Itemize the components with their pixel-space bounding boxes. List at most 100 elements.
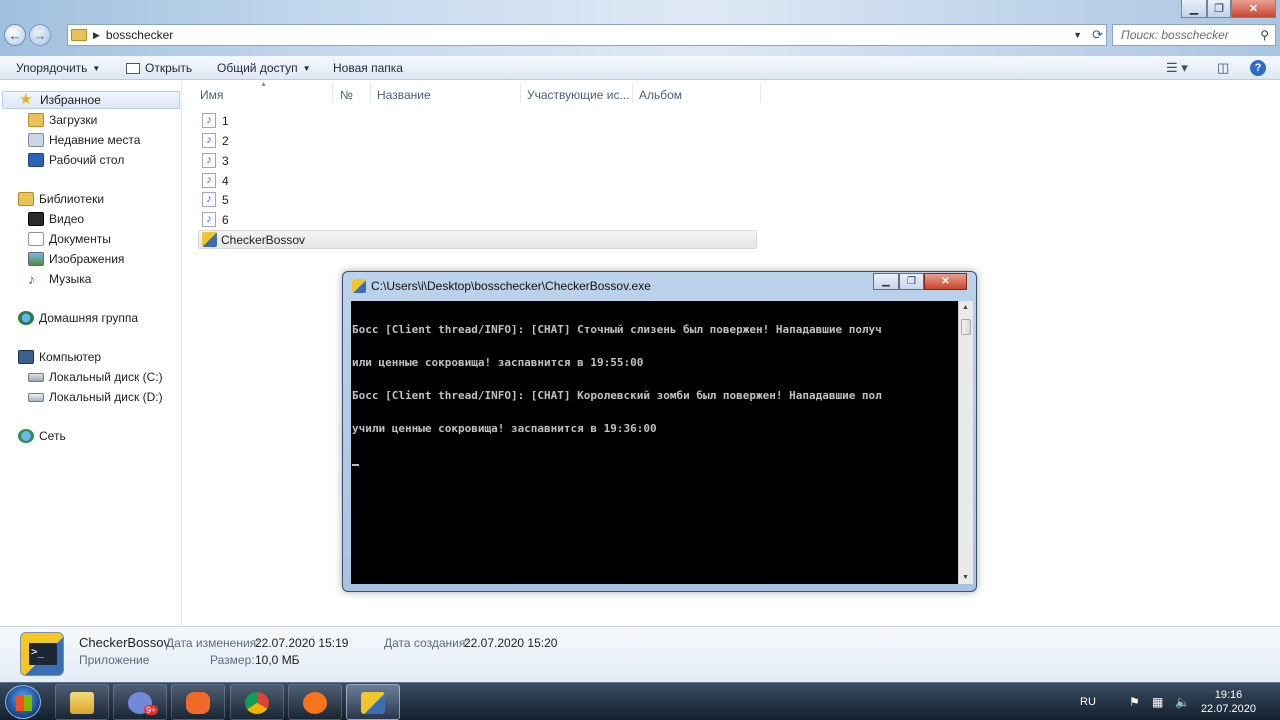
details-size-value: 10,0 МБ xyxy=(255,653,300,667)
file-row-selected[interactable]: CheckerBossov xyxy=(198,230,757,249)
address-bar[interactable]: ▶ bosschecker ▼ ⟳ xyxy=(67,24,1107,46)
chevron-down-icon[interactable]: ▼ xyxy=(1073,30,1082,40)
file-row[interactable]: ♪ 5 xyxy=(198,190,757,209)
nav-network[interactable]: Сеть xyxy=(18,427,66,445)
details-created-label: Дата создания: xyxy=(384,636,469,650)
share-button[interactable]: Общий доступ ▼ xyxy=(217,61,311,75)
file-row[interactable]: ♪ 1 xyxy=(198,111,757,130)
nav-favorites[interactable]: ★ Избранное xyxy=(2,91,180,109)
forward-button[interactable]: → xyxy=(29,24,51,46)
nav-music[interactable]: ♪ Музыка xyxy=(28,270,91,288)
scroll-down-icon[interactable]: ▼ xyxy=(962,574,969,581)
file-name: 2 xyxy=(222,133,229,148)
clock[interactable]: 19:16 22.07.2020 xyxy=(1201,688,1256,716)
nav-downloads[interactable]: Загрузки xyxy=(28,111,97,129)
back-button[interactable]: ← xyxy=(4,24,26,46)
audio-file-icon: ♪ xyxy=(202,192,216,207)
file-row[interactable]: ♪ 3 xyxy=(198,151,757,170)
console-cursor xyxy=(352,464,359,466)
nav-label: Избранное xyxy=(40,93,101,107)
search-input[interactable]: Поиск: bosschecker ⚲ xyxy=(1112,24,1276,46)
task-avast[interactable] xyxy=(288,684,342,720)
desktop-icon xyxy=(28,153,44,167)
column-header-number[interactable]: № xyxy=(340,88,353,102)
column-separator[interactable] xyxy=(632,83,633,103)
libraries-icon xyxy=(18,192,34,206)
column-separator[interactable] xyxy=(332,83,333,103)
nav-documents[interactable]: Документы xyxy=(28,230,111,248)
column-header-artists[interactable]: Участвующие ис... xyxy=(527,88,629,102)
nav-label: Загрузки xyxy=(49,113,98,127)
nav-video[interactable]: Видео xyxy=(28,210,84,228)
refresh-icon[interactable]: ⟳ xyxy=(1092,27,1103,43)
windows-logo-icon xyxy=(16,695,32,711)
network-icon[interactable]: ▦ xyxy=(1152,683,1163,720)
minimize-button[interactable]: ▁ xyxy=(1181,0,1207,18)
task-checkerbossov[interactable] xyxy=(346,684,400,720)
console-maximize-button[interactable]: ❐ xyxy=(899,273,924,290)
nav-disk-d[interactable]: Локальный диск (D:) xyxy=(28,388,163,406)
nav-label: Рабочий стол xyxy=(49,153,125,167)
file-name: 4 xyxy=(222,173,229,188)
task-microphone[interactable] xyxy=(171,684,225,720)
nav-recent[interactable]: Недавние места xyxy=(28,131,140,149)
console-line: Босс [Client thread/INFO]: [CHAT] Короле… xyxy=(352,389,882,402)
console-minimize-button[interactable]: ▁ xyxy=(873,273,899,290)
nav-label: Сеть xyxy=(39,429,66,443)
maximize-button[interactable]: ❐ xyxy=(1207,0,1231,18)
view-options-icon[interactable]: ☰ ▾ xyxy=(1166,60,1188,76)
column-header-title[interactable]: Название xyxy=(377,88,431,102)
column-separator[interactable] xyxy=(760,83,761,103)
nav-images[interactable]: Изображения xyxy=(28,250,124,268)
column-separator[interactable] xyxy=(370,83,371,103)
close-button[interactable]: ✕ xyxy=(1231,0,1276,18)
scroll-thumb[interactable] xyxy=(961,319,971,335)
task-chrome[interactable] xyxy=(230,684,284,720)
address-path[interactable]: bosschecker xyxy=(106,28,173,42)
console-title: C:\Users\i\Desktop\bosschecker\CheckerBo… xyxy=(371,279,651,293)
file-row[interactable]: ♪ 6 xyxy=(198,210,757,229)
details-file-type: Приложение xyxy=(79,653,150,667)
nav-label: Компьютер xyxy=(39,350,102,364)
share-label: Общий доступ xyxy=(217,61,298,75)
nav-homegroup[interactable]: Домашняя группа xyxy=(18,309,138,327)
task-explorer[interactable] xyxy=(55,684,109,720)
music-icon: ♪ xyxy=(28,271,35,287)
new-folder-button[interactable]: Новая папка xyxy=(333,61,403,75)
console-line: Босс [Client thread/INFO]: [CHAT] Сточны… xyxy=(352,323,882,336)
volume-icon[interactable]: 🔈 xyxy=(1175,683,1190,720)
column-separator[interactable] xyxy=(520,83,521,103)
column-header-name[interactable]: Имя xyxy=(200,88,223,102)
nav-computer[interactable]: Компьютер xyxy=(18,348,101,366)
file-row[interactable]: ♪ 2 xyxy=(198,131,757,150)
task-discord[interactable]: 9+ xyxy=(113,684,167,720)
nav-desktop[interactable]: Рабочий стол xyxy=(28,151,124,169)
start-button[interactable] xyxy=(5,685,41,719)
language-indicator[interactable]: RU xyxy=(1080,683,1096,720)
open-button[interactable]: Открыть xyxy=(126,61,192,75)
nav-label: Библиотеки xyxy=(39,192,105,206)
file-row[interactable]: ♪ 4 xyxy=(198,171,757,190)
nav-label: Музыка xyxy=(49,272,92,286)
console-close-button[interactable]: ✕ xyxy=(924,273,967,290)
column-header-album[interactable]: Альбом xyxy=(639,88,682,102)
file-name: 5 xyxy=(222,192,229,207)
console-scrollbar[interactable]: ▲ ▼ xyxy=(958,301,973,584)
scroll-up-icon[interactable]: ▲ xyxy=(962,304,969,311)
python-app-icon xyxy=(352,279,366,293)
nav-label: Изображения xyxy=(49,252,125,266)
nav-disk-c[interactable]: Локальный диск (C:) xyxy=(28,368,163,386)
chevron-right-icon[interactable]: ▶ xyxy=(93,30,100,41)
python-app-icon xyxy=(361,692,385,714)
caret-down-icon: ▼ xyxy=(92,63,101,73)
action-center-icon[interactable]: ⚑ xyxy=(1129,683,1140,720)
help-icon[interactable]: ? xyxy=(1250,60,1266,76)
preview-pane-icon[interactable]: ◫ xyxy=(1217,60,1229,76)
python-app-icon xyxy=(202,232,217,247)
console-window[interactable]: C:\Users\i\Desktop\bosschecker\CheckerBo… xyxy=(342,271,977,592)
console-output[interactable]: Босс [Client thread/INFO]: [CHAT] Сточны… xyxy=(351,301,958,584)
nav-libraries[interactable]: Библиотеки xyxy=(18,190,104,208)
nav-label: Локальный диск (D:) xyxy=(49,390,163,404)
organize-button[interactable]: Упорядочить ▼ xyxy=(16,61,100,75)
console-line: учили ценные сокровища! заспавнится в 19… xyxy=(352,422,657,435)
